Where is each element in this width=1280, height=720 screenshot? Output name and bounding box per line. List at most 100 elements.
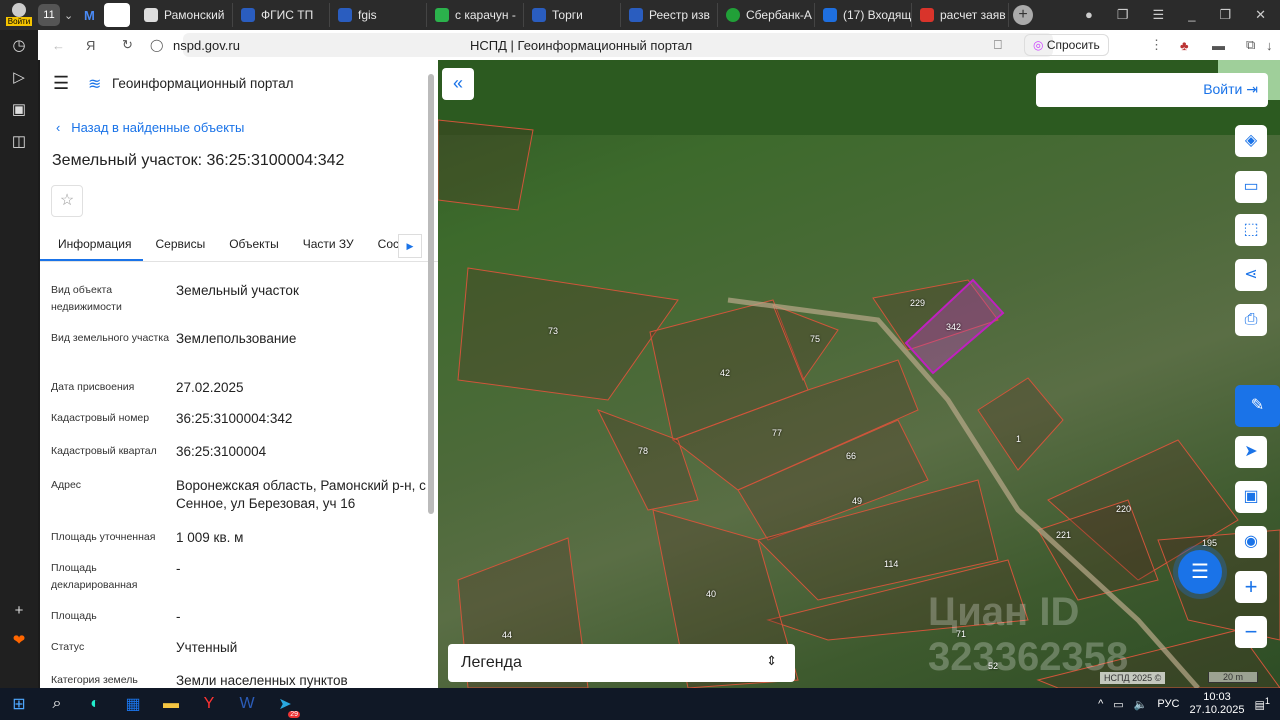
portal-logo-icon: ≋ bbox=[88, 76, 102, 93]
parcel-label: 77 bbox=[772, 428, 783, 438]
tab[interactable]: Сбербанк-А bbox=[718, 3, 815, 27]
camera-icon[interactable]: ◫ bbox=[0, 126, 38, 158]
clock[interactable]: 10:03 27.10.2025 bbox=[1189, 691, 1244, 717]
parcel-label: 220 bbox=[1116, 504, 1132, 514]
tab[interactable]: (17) Входящ bbox=[815, 3, 912, 27]
download-icon[interactable]: ↓ bbox=[1266, 38, 1273, 53]
play-icon[interactable]: ▷ bbox=[0, 62, 38, 94]
volume-icon[interactable]: 🔈 bbox=[1134, 698, 1148, 711]
tab-information[interactable]: Информация bbox=[40, 230, 144, 261]
share-button[interactable]: ⋖ bbox=[1235, 259, 1267, 291]
yandex-icon[interactable]: Я bbox=[86, 38, 95, 53]
parcel-label: 44 bbox=[502, 630, 513, 640]
url-text[interactable]: nspd.gov.ru bbox=[173, 38, 240, 53]
tab[interactable]: Торги bbox=[524, 3, 621, 27]
restore-icon[interactable]: ❐ bbox=[1219, 7, 1231, 23]
tab[interactable]: fgis bbox=[330, 3, 427, 27]
parcel-label: 342 bbox=[946, 322, 962, 332]
notifications-icon[interactable]: ▤1 bbox=[1255, 696, 1271, 712]
tabs-scroll-right-button[interactable]: ▶ bbox=[398, 234, 422, 258]
field-row: Площадь уточненная 1 009 кв. м bbox=[51, 530, 244, 545]
tray-chevron-icon[interactable]: ^ bbox=[1098, 698, 1103, 710]
close-icon[interactable]: ✕ bbox=[1255, 7, 1266, 23]
parcel-label: 75 bbox=[810, 334, 821, 344]
mail-tab-icon[interactable]: M bbox=[84, 8, 104, 23]
parcel-label: 195 bbox=[1202, 538, 1218, 548]
minimize-icon[interactable]: _ bbox=[1188, 7, 1195, 23]
tab[interactable]: ФГИС ТП bbox=[233, 3, 330, 27]
edge-icon[interactable]: ◐ bbox=[76, 688, 114, 720]
ruler-button[interactable]: ▭ bbox=[1235, 171, 1267, 203]
language-indicator[interactable]: РУС bbox=[1157, 698, 1179, 710]
explorer-icon[interactable]: ▬ bbox=[152, 688, 190, 720]
tab[interactable]: с карачун - bbox=[427, 3, 524, 27]
geolocation-button[interactable]: ◉ bbox=[1235, 526, 1267, 558]
telegram-icon[interactable]: ➤ 29 bbox=[266, 688, 304, 720]
login-button[interactable]: Войти ⇥ bbox=[1036, 73, 1268, 107]
portal-title: Геоинформационный портал bbox=[112, 76, 294, 91]
search-icon[interactable]: ⌕ bbox=[38, 688, 76, 720]
zoom-out-button[interactable]: − bbox=[1235, 616, 1267, 648]
tab[interactable]: Реестр изв bbox=[621, 3, 718, 27]
back-link[interactable]: ‹ Назад в найденные объекты bbox=[56, 120, 244, 135]
collapse-panel-button[interactable]: « bbox=[442, 68, 474, 100]
field-row: Вид объекта недвижимости Земельный участо… bbox=[51, 283, 299, 313]
tab-count-button[interactable]: 11 bbox=[38, 4, 60, 26]
heart-icon[interactable]: ❤ bbox=[0, 625, 38, 657]
windows-start-icon[interactable]: ⊞ bbox=[0, 688, 38, 720]
collections-icon[interactable]: ❐ bbox=[1117, 7, 1129, 23]
parcel-label: 49 bbox=[852, 496, 863, 506]
back-icon[interactable]: ← bbox=[52, 38, 65, 53]
word-icon[interactable]: W bbox=[228, 688, 266, 720]
outlook-icon[interactable]: ▦ bbox=[114, 688, 152, 720]
field-row: Адрес Воронежская область, Рамонский р-н,… bbox=[51, 478, 426, 511]
extension-icon[interactable]: ▬ bbox=[1212, 38, 1225, 53]
reload-icon[interactable]: ↻ bbox=[122, 37, 133, 53]
ask-button[interactable]: ◎ Спросить bbox=[1024, 34, 1109, 56]
parcel-label: 66 bbox=[846, 451, 857, 461]
field-row: Категория земель Земли населенных пунктов bbox=[51, 673, 348, 688]
extensions-icon[interactable]: ⧉ bbox=[1246, 37, 1255, 53]
new-tab-button[interactable]: + bbox=[1013, 5, 1033, 25]
active-tab[interactable] bbox=[104, 3, 130, 27]
address-bar: ← Я ↻ ◯ nspd.gov.ru НСПД | Геоинформацио… bbox=[38, 30, 1280, 60]
print-button[interactable]: ⎙ bbox=[1235, 304, 1267, 336]
more-icon[interactable]: ⋮ bbox=[1150, 37, 1163, 53]
feedback-button[interactable]: ✎ bbox=[1235, 385, 1280, 427]
zoom-in-button[interactable]: + bbox=[1235, 571, 1267, 603]
legend-dropdown[interactable]: Легенда ⇕ bbox=[448, 644, 795, 682]
tab-parts[interactable]: Части ЗУ bbox=[291, 230, 366, 261]
site-info-icon[interactable]: ◯ bbox=[150, 38, 163, 52]
menu-icon[interactable]: ☰ bbox=[1153, 7, 1165, 23]
tab-objects[interactable]: Объекты bbox=[217, 230, 291, 261]
add-icon[interactable]: + bbox=[0, 595, 38, 627]
extension-icon[interactable]: ♣ bbox=[1180, 38, 1189, 53]
tab[interactable]: Рамонский bbox=[136, 3, 233, 27]
history-icon[interactable]: ◷ bbox=[0, 30, 38, 62]
hamburger-menu-icon[interactable]: ☰ bbox=[53, 73, 69, 94]
parcel-label: 78 bbox=[638, 446, 649, 456]
profile-button[interactable]: Войти bbox=[0, 0, 38, 30]
browser-tab-bar: Войти 11 ⌄ M Рамонский ФГИС ТП fgis с ка… bbox=[0, 0, 1280, 30]
calendar-icon[interactable]: ▣ bbox=[0, 94, 38, 126]
layers-button[interactable]: ◈ bbox=[1235, 125, 1267, 157]
field-row: Дата присвоения 27.02.2025 bbox=[51, 380, 244, 395]
chat-button[interactable]: ☰ bbox=[1178, 550, 1222, 594]
minimap-button[interactable]: ▣ bbox=[1235, 481, 1267, 513]
area-search-button[interactable]: ⬚ bbox=[1235, 214, 1267, 246]
network-icon[interactable]: ▭ bbox=[1113, 698, 1123, 711]
parcel-label: 229 bbox=[910, 298, 926, 308]
tab-services[interactable]: Сервисы bbox=[143, 230, 217, 261]
panel-scrollbar[interactable] bbox=[428, 74, 434, 514]
favorite-star-button[interactable]: ☆ bbox=[51, 185, 83, 217]
bookmark-icon[interactable]: ⎕ bbox=[994, 37, 1002, 53]
tab[interactable]: расчет заяв bbox=[912, 3, 1009, 27]
locate-button[interactable]: ➤ bbox=[1235, 436, 1267, 468]
ask-icon: ◎ bbox=[1033, 38, 1044, 52]
map-view[interactable]: 73 75 42 77 78 66 49 114 40 44 71 52 229… bbox=[438, 60, 1280, 688]
chevron-down-icon[interactable]: ⌄ bbox=[64, 9, 84, 22]
yandex-browser-icon[interactable]: Y bbox=[190, 688, 228, 720]
parcel-label: 73 bbox=[548, 326, 559, 336]
scale-bar: 20 m bbox=[1208, 672, 1258, 683]
account-icon[interactable]: ● bbox=[1085, 7, 1093, 23]
